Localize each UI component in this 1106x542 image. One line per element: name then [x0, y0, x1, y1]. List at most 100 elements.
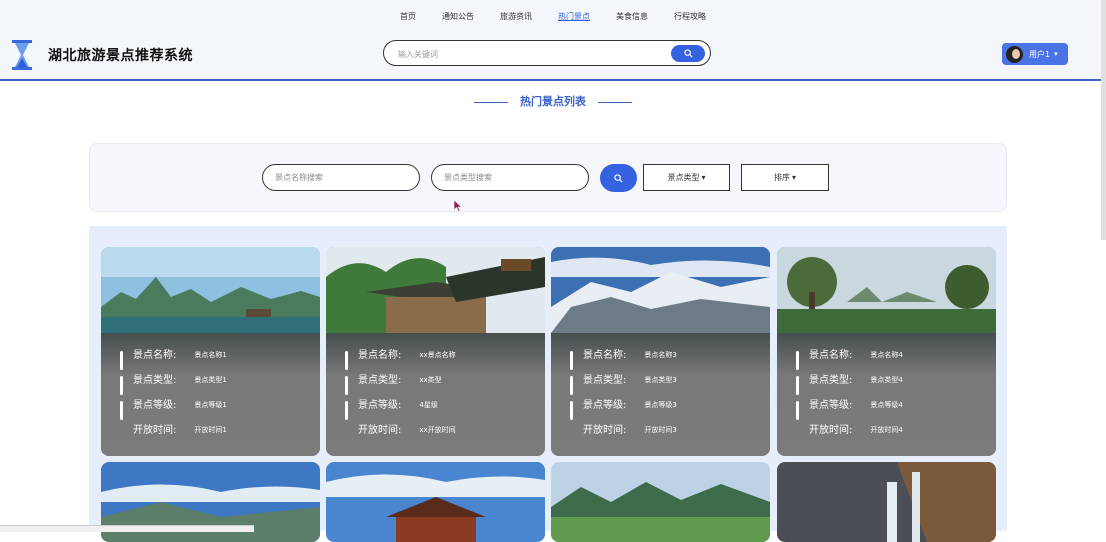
card-accent-bar	[570, 376, 573, 395]
spot-level: 景点等级3	[644, 401, 677, 409]
site-title: 湖北旅游景点推荐系统	[48, 48, 193, 64]
spot-level: 景点等级1	[194, 401, 227, 409]
spot-name: xx景点名称	[419, 351, 456, 359]
spot-open-time: xx开放时间	[419, 426, 456, 434]
card-type-row: 景点类型: xx类型	[358, 371, 442, 386]
spot-card[interactable]: 景点名称: xx景点名称 景点类型: xx类型 景点等级: 4星级 开放时间: xx开放…	[326, 247, 545, 456]
spot-name-search-input[interactable]	[262, 164, 420, 191]
spot-card[interactable]	[326, 462, 545, 542]
avatar	[1006, 45, 1023, 63]
spot-type-dropdown[interactable]: 景点类型 ▾	[643, 164, 730, 191]
card-accent-bar	[570, 401, 573, 420]
field-label: 景点类型:	[583, 375, 627, 386]
card-level-row: 景点等级: 4星级	[358, 396, 438, 411]
card-name-row: 景点名称: 景点名称3	[583, 346, 677, 361]
card-name-row: 景点名称: 景点名称1	[133, 346, 227, 361]
spot-level: 景点等级4	[870, 401, 903, 409]
title-left-divider	[474, 101, 509, 103]
sort-dropdown-label: 排序	[773, 173, 790, 182]
spot-photo	[777, 462, 996, 542]
user-menu-button[interactable]: 用户1 ▾	[1002, 43, 1068, 65]
spot-name: 景点名称4	[870, 351, 903, 359]
sort-dropdown[interactable]: 排序 ▾	[741, 164, 829, 191]
card-name-row: 景点名称: xx景点名称	[358, 346, 456, 361]
spot-card[interactable]	[551, 462, 770, 542]
spot-type: 景点类型4	[870, 376, 903, 384]
scrollbar[interactable]	[1101, 0, 1106, 240]
card-accent-bar	[796, 376, 799, 395]
card-type-row: 景点类型: 景点类型3	[583, 371, 677, 386]
card-accent-bar	[120, 401, 123, 420]
card-accent-bar	[570, 351, 573, 370]
field-label: 开放时间:	[583, 425, 627, 436]
card-accent-bar	[796, 401, 799, 420]
card-open-row: 开放时间: 开放时间4	[809, 421, 903, 436]
nav-notices[interactable]: 通知公告	[442, 11, 474, 23]
nav-travel-news[interactable]: 旅游资讯	[500, 11, 532, 23]
field-label: 景点类型:	[133, 375, 177, 386]
spot-type: 景点类型3	[644, 376, 677, 384]
field-label: 景点等级:	[358, 400, 402, 411]
field-label: 景点类型:	[809, 375, 853, 386]
spot-type-search-input[interactable]	[431, 164, 589, 191]
header-search	[383, 40, 711, 66]
card-accent-bar	[120, 351, 123, 370]
card-level-row: 景点等级: 景点等级3	[583, 396, 677, 411]
spot-photo	[551, 462, 770, 542]
search-icon	[614, 173, 623, 183]
chevron-down-icon: ▾	[1054, 50, 1058, 58]
card-level-row: 景点等级: 景点等级1	[133, 396, 227, 411]
spot-type: xx类型	[419, 376, 442, 384]
section-title-wrap: 热门景点列表	[0, 93, 1106, 109]
card-open-row: 开放时间: 开放时间1	[133, 421, 227, 436]
field-label: 开放时间:	[133, 425, 177, 436]
card-accent-bar	[345, 401, 348, 420]
card-accent-bar	[345, 351, 348, 370]
spot-photo	[101, 247, 320, 333]
header-search-button[interactable]	[671, 45, 705, 62]
field-label: 景点名称:	[133, 350, 177, 361]
spot-card[interactable]: 景点名称: 景点名称4 景点类型: 景点类型4 景点等级: 景点等级4 开放时间: 开放…	[777, 247, 996, 456]
spot-open-time: 开放时间1	[194, 426, 227, 434]
spot-photo	[777, 247, 996, 333]
spot-name: 景点名称3	[644, 351, 677, 359]
field-label: 景点等级:	[809, 400, 853, 411]
spot-card[interactable]: 景点名称: 景点名称3 景点类型: 景点类型3 景点等级: 景点等级3 开放时间: 开放…	[551, 247, 770, 456]
nav-food[interactable]: 美食信息	[616, 11, 648, 23]
card-name-row: 景点名称: 景点名称4	[809, 346, 903, 361]
filter-search-button[interactable]	[600, 164, 637, 192]
nav-home[interactable]: 首页	[400, 11, 416, 23]
card-open-row: 开放时间: 开放时间3	[583, 421, 677, 436]
section-title: 热门景点列表	[520, 95, 586, 108]
spot-photo	[326, 247, 545, 333]
field-label: 开放时间:	[809, 425, 853, 436]
spot-card[interactable]	[777, 462, 996, 542]
nav-itinerary[interactable]: 行程攻略	[674, 11, 706, 23]
site-header: 首页 通知公告 旅游资讯 热门景点 美食信息 行程攻略 湖北旅游景点推荐系统 用…	[0, 0, 1106, 81]
field-label: 景点类型:	[358, 375, 402, 386]
mouse-cursor-icon	[453, 199, 463, 212]
field-label: 开放时间:	[358, 425, 402, 436]
field-label: 景点等级:	[133, 400, 177, 411]
title-right-divider	[597, 101, 632, 103]
card-accent-bar	[120, 376, 123, 395]
spot-photo	[326, 462, 545, 542]
field-label: 景点名称:	[583, 350, 627, 361]
header-search-input[interactable]	[396, 46, 670, 62]
spot-level: 4星级	[419, 401, 438, 409]
card-accent-bar	[345, 376, 348, 395]
card-type-row: 景点类型: 景点类型1	[133, 371, 227, 386]
card-level-row: 景点等级: 景点等级4	[809, 396, 903, 411]
hourglass-logo-icon	[12, 40, 32, 70]
spot-type: 景点类型1	[194, 376, 227, 384]
caret-down-icon: ▾	[791, 173, 796, 182]
nav-hot-spots[interactable]: 热门景点	[558, 11, 590, 23]
search-icon	[683, 49, 693, 58]
spot-type-dropdown-label: 景点类型	[667, 173, 700, 182]
card-open-row: 开放时间: xx开放时间	[358, 421, 456, 436]
card-type-row: 景点类型: 景点类型4	[809, 371, 903, 386]
spot-card[interactable]: 景点名称: 景点名称1 景点类型: 景点类型1 景点等级: 景点等级1 开放时间: 开放…	[101, 247, 320, 456]
spot-open-time: 开放时间4	[870, 426, 903, 434]
spot-open-time: 开放时间3	[644, 426, 677, 434]
user-name: 用户1	[1029, 49, 1051, 59]
